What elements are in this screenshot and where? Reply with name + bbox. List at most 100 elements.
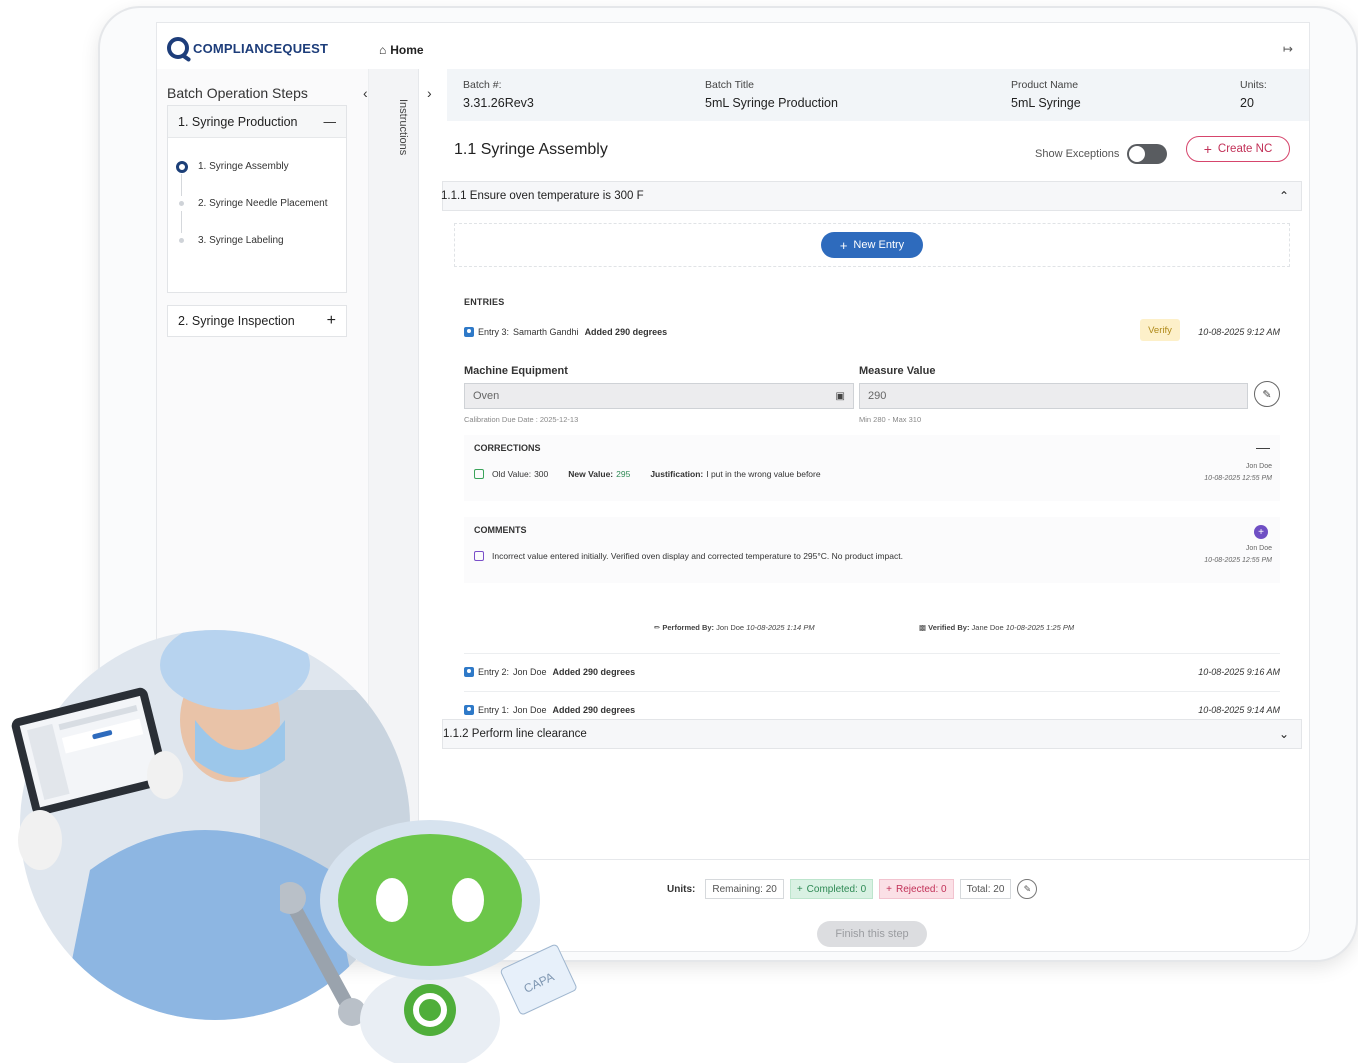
corrections-heading: CORRECTIONS	[474, 443, 541, 453]
measure-value-label: Measure Value	[859, 365, 936, 377]
units-label: Units:	[1240, 79, 1267, 91]
user-entry-icon	[464, 666, 474, 677]
camera-icon[interactable]: ▣	[836, 391, 845, 402]
task-accordion-oven-temperature[interactable]: 1.1.1 Ensure oven temperature is 300 F ⌃	[441, 181, 1302, 211]
product-name-label: Product Name	[1011, 79, 1079, 91]
task-title-text: 1.1.2 Perform line clearance	[443, 728, 587, 740]
measure-value-field[interactable]: 290	[859, 383, 1248, 409]
substep-needle-placement[interactable]: 2. Syringe Needle Placement	[176, 185, 346, 233]
measure-value: 290	[868, 390, 887, 402]
verified-badge-icon: ▩	[919, 623, 929, 632]
machine-equipment-field[interactable]: Oven ▣	[464, 383, 854, 409]
machine-equipment-label: Machine Equipment	[464, 365, 568, 377]
batch-title-col: Batch Title 5mL Syringe Production	[705, 79, 838, 110]
home-label: Home	[390, 43, 424, 57]
plus-icon: +	[886, 883, 892, 895]
plus-icon: +	[796, 883, 803, 895]
comment-line: Incorrect value entered initially. Verif…	[474, 551, 903, 561]
entry-row-3[interactable]: Entry 3: Samarth Gandhi Added 290 degree…	[464, 319, 1280, 343]
new-value: 295	[616, 469, 631, 479]
collapse-panel-chevron-left-icon[interactable]: ‹	[363, 85, 368, 101]
logo-mark-icon	[167, 37, 189, 59]
user-entry-icon	[464, 327, 474, 337]
logout-icon[interactable]: ↦	[1283, 42, 1293, 56]
rejected-text: Rejected: 0	[896, 883, 947, 895]
units-col: Units: 20	[1240, 79, 1267, 110]
create-nc-label: Create NC	[1217, 143, 1273, 155]
product-name-value: 5mL Syringe	[1011, 96, 1081, 110]
new-entry-label: New Entry	[853, 239, 905, 251]
active-step-dot-icon	[176, 160, 188, 173]
performed-label: Performed By:	[662, 623, 715, 632]
show-exceptions-toggle[interactable]	[1127, 144, 1168, 164]
expand-instructions-chevron-right-icon[interactable]: ›	[427, 85, 432, 101]
create-nc-button[interactable]: + Create NC	[1186, 136, 1290, 162]
step-card-syringe-production: 1. Syringe Production — 1. Syringe Assem…	[167, 105, 347, 293]
capa-folder: CAPA	[500, 944, 577, 1015]
comments-section: COMMENTS + Incorrect value entered initi…	[464, 517, 1280, 583]
chevron-up-icon[interactable]: ⌃	[1279, 189, 1289, 203]
rejected-pill[interactable]: + Rejected: 0	[879, 879, 954, 899]
home-link[interactable]: ⌂ Home	[379, 43, 424, 57]
comment-text: Incorrect value entered initially. Verif…	[492, 551, 903, 561]
substep-syringe-labeling[interactable]: 3. Syringe Labeling	[176, 222, 346, 259]
batch-title-label: Batch Title	[705, 79, 755, 91]
plus-icon: +	[1203, 141, 1212, 157]
measure-range-hint: Min 280 - Max 310	[859, 415, 922, 424]
new-entry-button[interactable]: + New Entry	[821, 232, 923, 258]
completed-pill[interactable]: + Completed: 0	[789, 879, 874, 899]
correction-icon	[474, 469, 484, 479]
step-dot-icon	[179, 201, 184, 206]
task-title-text: 1.1.1 Ensure oven temperature is 300 F	[441, 190, 644, 202]
total-pill: Total: 20	[959, 879, 1012, 899]
verified-time: 10-08-2025 1:25 PM	[1005, 623, 1075, 632]
instructions-label: Instructions	[397, 99, 409, 156]
home-icon: ⌂	[379, 43, 387, 57]
justification-label: Justification:	[650, 469, 704, 479]
show-exceptions: Show Exceptions	[1035, 144, 1168, 164]
user-entry-icon	[464, 704, 474, 715]
expand-plus-icon[interactable]: +	[327, 312, 336, 330]
batch-number-value: 3.31.26Rev3	[463, 96, 534, 110]
entry-action: Added 290 degrees	[552, 666, 636, 677]
entry-row-2[interactable]: Entry 2: Jon Doe Added 290 degrees 10-08…	[464, 653, 1280, 689]
entry-time: 10-08-2025 9:12 AM	[1198, 327, 1280, 337]
comment-icon	[474, 551, 484, 561]
remaining-pill: Remaining: 20	[705, 879, 784, 899]
verified-label: Verified By:	[928, 623, 970, 632]
performed-time: 10-08-2025 1:14 PM	[746, 623, 815, 632]
add-comment-plus-icon[interactable]: +	[1254, 525, 1268, 539]
step-card-syringe-inspection[interactable]: 2. Syringe Inspection +	[167, 305, 347, 337]
entry-time: 10-08-2025 9:16 AM	[1198, 666, 1280, 677]
chevron-down-icon[interactable]: ⌄	[1279, 727, 1289, 741]
edit-units-pencil-icon[interactable]: ✎	[1017, 879, 1038, 899]
edit-pencil-icon[interactable]: ✎	[1254, 381, 1280, 407]
batch-steps-title: Batch Operation Steps	[167, 85, 308, 101]
step-label: 2. Syringe Inspection	[178, 314, 295, 328]
finish-step-button[interactable]: Finish this step	[817, 921, 927, 947]
task-accordion-line-clearance[interactable]: 1.1.2 Perform line clearance ⌄	[442, 719, 1302, 749]
step-label: 1. Syringe Production	[178, 114, 298, 129]
app-logo[interactable]: COMPLIANCEQUEST	[167, 37, 328, 59]
robot-mascot: CAPA	[280, 820, 577, 1063]
entries-heading: ENTRIES	[464, 297, 505, 307]
step-header-syringe-production[interactable]: 1. Syringe Production —	[168, 106, 346, 138]
units-value: 20	[1240, 96, 1254, 110]
correction-author: Jon Doe	[1245, 463, 1272, 470]
verify-button[interactable]: Verify	[1140, 319, 1180, 341]
completed-text: Completed: 0	[806, 883, 867, 895]
batch-number-col: Batch #: 3.31.26Rev3	[463, 79, 534, 110]
entry-id: Entry 1:	[478, 704, 510, 715]
show-exceptions-label: Show Exceptions	[1035, 148, 1120, 160]
batch-header: Batch #: 3.31.26Rev3 Batch Title 5mL Syr…	[447, 69, 1309, 121]
entry-user: Jon Doe	[513, 704, 547, 715]
entry-time: 10-08-2025 9:14 AM	[1198, 704, 1280, 715]
performed-user: Jon Doe	[716, 623, 745, 632]
entry-user: Jon Doe	[513, 666, 547, 677]
entry-id: Entry 2:	[478, 666, 510, 677]
substep-syringe-assembly[interactable]: 1. Syringe Assembly	[176, 148, 346, 196]
collapse-minus-icon[interactable]: —	[324, 115, 337, 129]
top-bar: COMPLIANCEQUEST ⌂ Home ↦	[157, 23, 1309, 69]
collapse-minus-icon[interactable]: —	[1256, 439, 1270, 455]
batch-title-value: 5mL Syringe Production	[705, 96, 838, 110]
